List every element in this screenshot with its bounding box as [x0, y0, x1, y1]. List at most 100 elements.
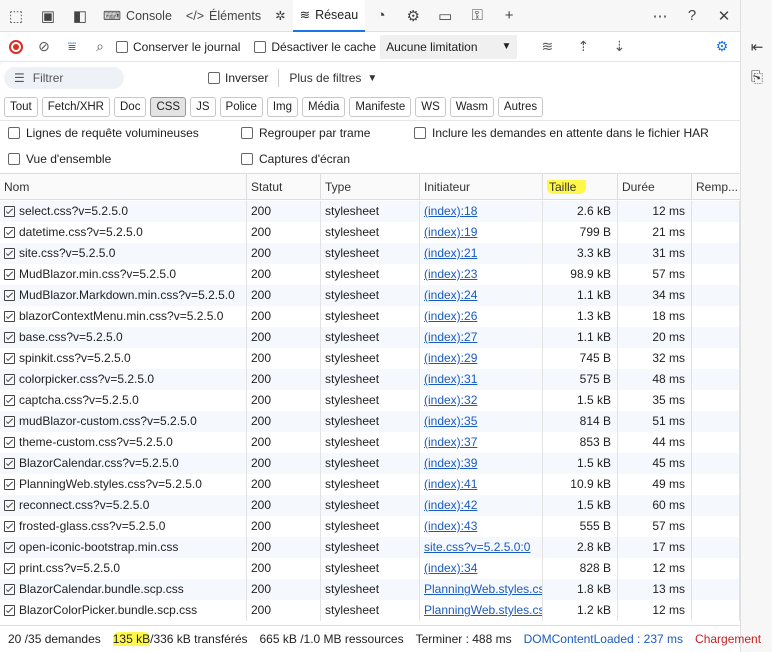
import-har-button[interactable]: ⇡	[571, 35, 595, 59]
filter-input[interactable]: ☰ Filtrer	[4, 67, 124, 89]
initiator-link[interactable]: (index):34	[424, 561, 477, 575]
table-row[interactable]: colorpicker.css?v=5.2.5.0 200 stylesheet (i…	[0, 369, 740, 390]
table-row[interactable]: mudBlazor-custom.css?v=5.2.5.0 200 stylesh…	[0, 411, 740, 432]
initiator-link[interactable]: (index):21	[424, 246, 477, 260]
inspect-element-icon[interactable]: ⬚	[0, 0, 32, 32]
cell-name[interactable]: MudBlazor.min.css?v=5.2.5.0	[0, 264, 247, 285]
screenshots-checkbox[interactable]: Captures d'écran	[241, 152, 350, 166]
checkbox-box[interactable]	[414, 127, 426, 139]
network-conditions-button[interactable]: ≋	[535, 35, 559, 59]
cell-name[interactable]: BlazorColorPicker.bundle.scp.css	[0, 600, 247, 621]
initiator-link[interactable]: PlanningWeb.styles.css	[424, 603, 542, 617]
chip-all[interactable]: Tout	[4, 97, 38, 117]
record-button[interactable]	[4, 35, 28, 59]
more-options-icon[interactable]: ⋯	[644, 0, 676, 32]
group-by-frame-checkbox[interactable]: Regrouper par trame	[241, 126, 370, 140]
help-icon[interactable]: ?	[676, 0, 708, 32]
initiator-link[interactable]: (index):31	[424, 372, 477, 386]
cell-name[interactable]: theme-custom.css?v=5.2.5.0	[0, 432, 247, 453]
overview-checkbox[interactable]: Vue d'ensemble	[8, 152, 111, 166]
initiator-link[interactable]: site.css?v=5.2.5.0:0	[424, 540, 530, 554]
dock-sidebar-icon[interactable]: ◧	[64, 0, 96, 32]
cell-name[interactable]: print.css?v=5.2.5.0	[0, 558, 247, 579]
tab-network[interactable]: ≋ Réseau	[292, 0, 366, 32]
cell-name[interactable]: BlazorCalendar.css?v=5.2.5.0	[0, 453, 247, 474]
chip-manifest[interactable]: Manifeste	[349, 97, 412, 117]
cell-name[interactable]: select.css?v=5.2.5.0	[0, 201, 247, 222]
cell-name[interactable]: frosted-glass.css?v=5.2.5.0	[0, 516, 247, 537]
export-har-button[interactable]: ⇣	[607, 35, 631, 59]
chip-js[interactable]: JS	[190, 97, 216, 117]
cell-name[interactable]: reconnect.css?v=5.2.5.0	[0, 495, 247, 516]
cell-name[interactable]: mudBlazor-custom.css?v=5.2.5.0	[0, 411, 247, 432]
chip-fetch-xhr[interactable]: Fetch/XHR	[41, 97, 110, 117]
initiator-link[interactable]: (index):43	[424, 519, 477, 533]
table-row[interactable]: MudBlazor.min.css?v=5.2.5.0 200 stylesheet…	[0, 264, 740, 285]
initiator-link[interactable]: (index):24	[424, 288, 477, 302]
initiator-link[interactable]: (index):35	[424, 414, 477, 428]
checkbox-box[interactable]	[241, 153, 253, 165]
cell-name[interactable]: open-iconic-bootstrap.min.css	[0, 537, 247, 558]
column-header-size[interactable]: Taille	[543, 174, 618, 200]
cell-name[interactable]: site.css?v=5.2.5.0	[0, 243, 247, 264]
disable-cache-checkbox[interactable]: Désactiver le cache	[254, 40, 376, 54]
initiator-link[interactable]: (index):39	[424, 456, 477, 470]
include-pending-checkbox[interactable]: Inclure les demandes en attente dans le …	[414, 126, 709, 140]
add-tab-icon[interactable]: +	[493, 0, 525, 32]
cell-name[interactable]: spinkit.css?v=5.2.5.0	[0, 348, 247, 369]
throttle-select[interactable]: Aucune limitation ▼	[380, 34, 518, 59]
checkbox-box[interactable]	[254, 40, 267, 53]
network-settings-button[interactable]: ⚙	[710, 35, 734, 59]
chip-css[interactable]: CSS	[150, 97, 187, 117]
table-row[interactable]: print.css?v=5.2.5.0 200 stylesheet (index):…	[0, 558, 740, 579]
cell-name[interactable]: captcha.css?v=5.2.5.0	[0, 390, 247, 411]
table-row[interactable]: BlazorCalendar.bundle.scp.css 200 styleshe…	[0, 579, 740, 600]
copy-icon[interactable]: ⎘	[741, 62, 772, 92]
clear-button[interactable]: ⊘	[32, 35, 56, 59]
tab-sources[interactable]: ✲	[268, 0, 292, 32]
table-row[interactable]: base.css?v=5.2.5.0 200 stylesheet (index):2…	[0, 327, 740, 348]
invert-checkbox[interactable]: Inverser	[208, 71, 268, 85]
table-row[interactable]: theme-custom.css?v=5.2.5.0 200 stylesheet (…	[0, 432, 740, 453]
preserve-log-checkbox[interactable]: Conserver le journal	[116, 40, 240, 54]
large-rows-checkbox[interactable]: Lignes de requête volumineuses	[8, 126, 199, 140]
table-row[interactable]: captcha.css?v=5.2.5.0 200 stylesheet (index…	[0, 390, 740, 411]
dock-left-icon[interactable]: ⇤	[741, 32, 772, 62]
table-row[interactable]: open-iconic-bootstrap.min.css 200 styleshe…	[0, 537, 740, 558]
initiator-link[interactable]: PlanningWeb.styles.css	[424, 582, 542, 596]
table-row[interactable]: site.css?v=5.2.5.0 200 stylesheet (index):2…	[0, 243, 740, 264]
table-row[interactable]: select.css?v=5.2.5.0 200 stylesheet (index)…	[0, 201, 740, 222]
checkbox-box[interactable]	[8, 127, 20, 139]
initiator-link[interactable]: (index):32	[424, 393, 477, 407]
cell-name[interactable]: PlanningWeb.styles.css?v=5.2.5.0	[0, 474, 247, 495]
checkbox-box[interactable]	[208, 72, 220, 84]
chip-doc[interactable]: Doc	[114, 97, 147, 117]
tab-elements[interactable]: </> Éléments	[179, 0, 268, 32]
initiator-link[interactable]: (index):27	[424, 330, 477, 344]
cell-name[interactable]: colorpicker.css?v=5.2.5.0	[0, 369, 247, 390]
device-emulation-icon[interactable]: ▣	[32, 0, 64, 32]
search-button[interactable]: ⌕	[88, 35, 112, 59]
table-row[interactable]: frosted-glass.css?v=5.2.5.0 200 stylesheet…	[0, 516, 740, 537]
checkbox-box[interactable]	[8, 153, 20, 165]
chip-img[interactable]: Img	[266, 97, 299, 117]
tab-console[interactable]: ⌨ Console	[96, 0, 179, 32]
table-row[interactable]: blazorContextMenu.min.css?v=5.2.5.0 200st…	[0, 306, 740, 327]
initiator-link[interactable]: (index):37	[424, 435, 477, 449]
chip-font[interactable]: Police	[219, 97, 263, 117]
column-header-name[interactable]: Nom	[0, 174, 247, 200]
column-header-type[interactable]: Type	[321, 174, 420, 200]
more-filters-dropdown[interactable]: Plus de filtres ▼	[289, 71, 377, 85]
table-row[interactable]: datetime.css?v=5.2.5.0 200 stylesheet (inde…	[0, 222, 740, 243]
table-row[interactable]: MudBlazor.Markdown.min.css?v=5.2.5.0 200 s…	[0, 285, 740, 306]
cell-name[interactable]: datetime.css?v=5.2.5.0	[0, 222, 247, 243]
security-icon[interactable]: ⚿	[461, 0, 493, 32]
initiator-link[interactable]: (index):29	[424, 351, 477, 365]
initiator-link[interactable]: (index):42	[424, 498, 477, 512]
table-row[interactable]: PlanningWeb.styles.css?v=5.2.5.0 200 style…	[0, 474, 740, 495]
initiator-link[interactable]: (index):41	[424, 477, 477, 491]
application-icon[interactable]: ▭	[429, 0, 461, 32]
chip-media[interactable]: Média	[302, 97, 346, 117]
checkbox-box[interactable]	[241, 127, 253, 139]
column-header-status[interactable]: Statut	[247, 174, 321, 200]
